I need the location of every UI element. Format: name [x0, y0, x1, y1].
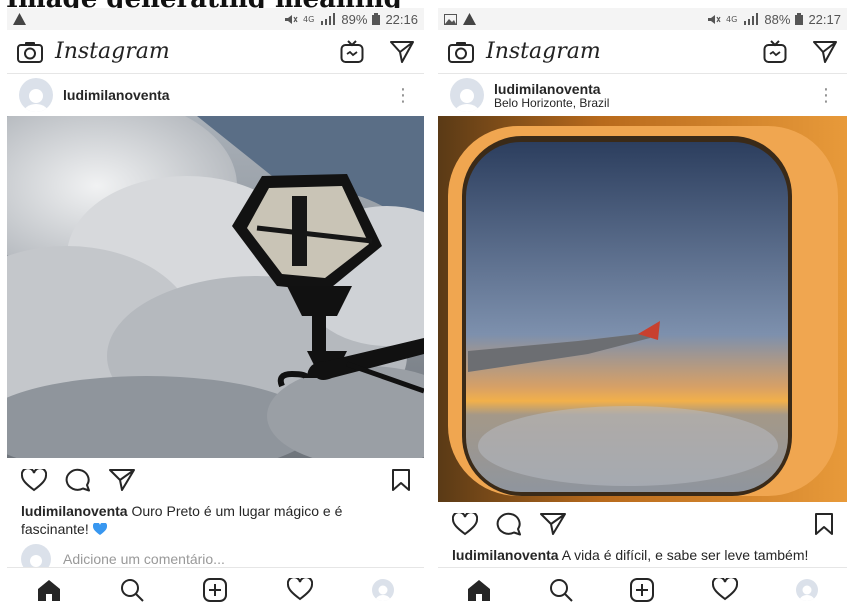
signal-icon	[744, 13, 759, 25]
data-icon: 4G	[726, 15, 737, 24]
direct-icon[interactable]	[813, 40, 837, 63]
post-location[interactable]: Belo Horizonte, Brazil	[494, 96, 609, 110]
search-icon[interactable]	[549, 578, 573, 602]
post-actions	[7, 458, 424, 502]
airplane-window-image	[438, 116, 847, 502]
search-icon[interactable]	[120, 578, 144, 602]
profile-icon[interactable]	[796, 578, 819, 601]
mute-icon	[285, 14, 298, 24]
data-icon: 4G	[303, 15, 314, 24]
gallery-icon	[444, 13, 457, 25]
bookmark-icon[interactable]	[392, 469, 410, 491]
avatar-silhouette-icon	[23, 89, 49, 112]
avatar[interactable]	[19, 78, 53, 112]
comment-icon[interactable]	[65, 468, 91, 492]
svg-text:4G: 4G	[726, 15, 737, 24]
more-icon[interactable]: ⋮	[817, 86, 835, 104]
status-bar: 4G 88% 22:17	[438, 8, 847, 30]
activity-icon[interactable]	[712, 578, 739, 601]
app-bar: Instagram	[438, 30, 847, 74]
battery-icon	[795, 13, 804, 25]
warning-icon	[463, 13, 476, 25]
more-icon[interactable]: ⋮	[394, 86, 412, 104]
avatar-silhouette-icon	[375, 585, 392, 601]
post-header: ludimilanoventa ⋮	[7, 74, 424, 116]
battery-percent: 88%	[764, 11, 791, 27]
bookmark-icon[interactable]	[815, 513, 833, 535]
bottom-nav	[7, 567, 424, 611]
activity-icon[interactable]	[286, 578, 313, 601]
app-logo: Instagram	[486, 39, 601, 64]
post-caption: ludimilanoventa Ouro Preto é um lugar má…	[7, 502, 424, 538]
clock: 22:17	[808, 11, 841, 27]
igtv-icon[interactable]	[340, 39, 364, 64]
svg-text:4G: 4G	[303, 15, 314, 24]
add-icon[interactable]	[203, 577, 228, 602]
bottom-nav	[438, 567, 847, 611]
comment-icon[interactable]	[496, 512, 522, 536]
caption-username[interactable]: ludimilanoventa	[452, 547, 559, 563]
igtv-icon[interactable]	[763, 39, 787, 64]
add-icon[interactable]	[630, 577, 655, 602]
avatar-silhouette-icon	[799, 585, 815, 601]
caption-text: A vida é difícil, e sabe ser leve também…	[558, 547, 809, 563]
comment-input[interactable]: Adicione um comentário...	[63, 551, 225, 567]
camera-icon[interactable]	[17, 41, 43, 63]
right-phone-screen: 4G 88% 22:17 Instagram ludimilanoventa B…	[438, 8, 847, 611]
camera-icon[interactable]	[448, 41, 474, 63]
share-icon[interactable]	[109, 469, 135, 491]
signal-icon	[321, 13, 336, 25]
post-header: ludimilanoventa Belo Horizonte, Brazil ⋮	[438, 74, 847, 116]
status-bar: 4G 89% 22:16	[7, 8, 424, 30]
clock: 22:16	[385, 11, 418, 27]
app-logo: Instagram	[55, 39, 170, 64]
post-photo[interactable]	[438, 116, 847, 502]
post-actions	[438, 502, 847, 546]
caption-username[interactable]: ludimilanoventa	[21, 503, 128, 519]
avatar[interactable]	[450, 78, 484, 112]
post-username[interactable]: ludimilanoventa	[494, 81, 609, 97]
avatar-silhouette-icon	[454, 89, 480, 112]
home-icon[interactable]	[37, 579, 61, 601]
post-username[interactable]: ludimilanoventa	[63, 87, 170, 103]
heart-icon[interactable]	[452, 512, 478, 536]
profile-icon[interactable]	[372, 578, 395, 601]
post-photo[interactable]	[7, 116, 424, 458]
blue-heart-emoji-icon	[92, 523, 107, 535]
battery-icon	[372, 13, 381, 25]
direct-icon[interactable]	[390, 40, 414, 63]
post-caption: ludimilanoventa A vida é difícil, e sabe…	[438, 546, 847, 564]
battery-percent: 89%	[341, 11, 368, 27]
mute-icon	[708, 14, 721, 24]
left-phone-screen: 4G 89% 22:16 Instagram ludimilanoventa ⋮	[7, 8, 424, 611]
share-icon[interactable]	[540, 513, 566, 535]
home-icon[interactable]	[467, 579, 491, 601]
heart-icon[interactable]	[21, 468, 47, 492]
app-bar: Instagram	[7, 30, 424, 74]
warning-icon	[13, 13, 26, 25]
lamp-clouds-image	[7, 116, 424, 458]
